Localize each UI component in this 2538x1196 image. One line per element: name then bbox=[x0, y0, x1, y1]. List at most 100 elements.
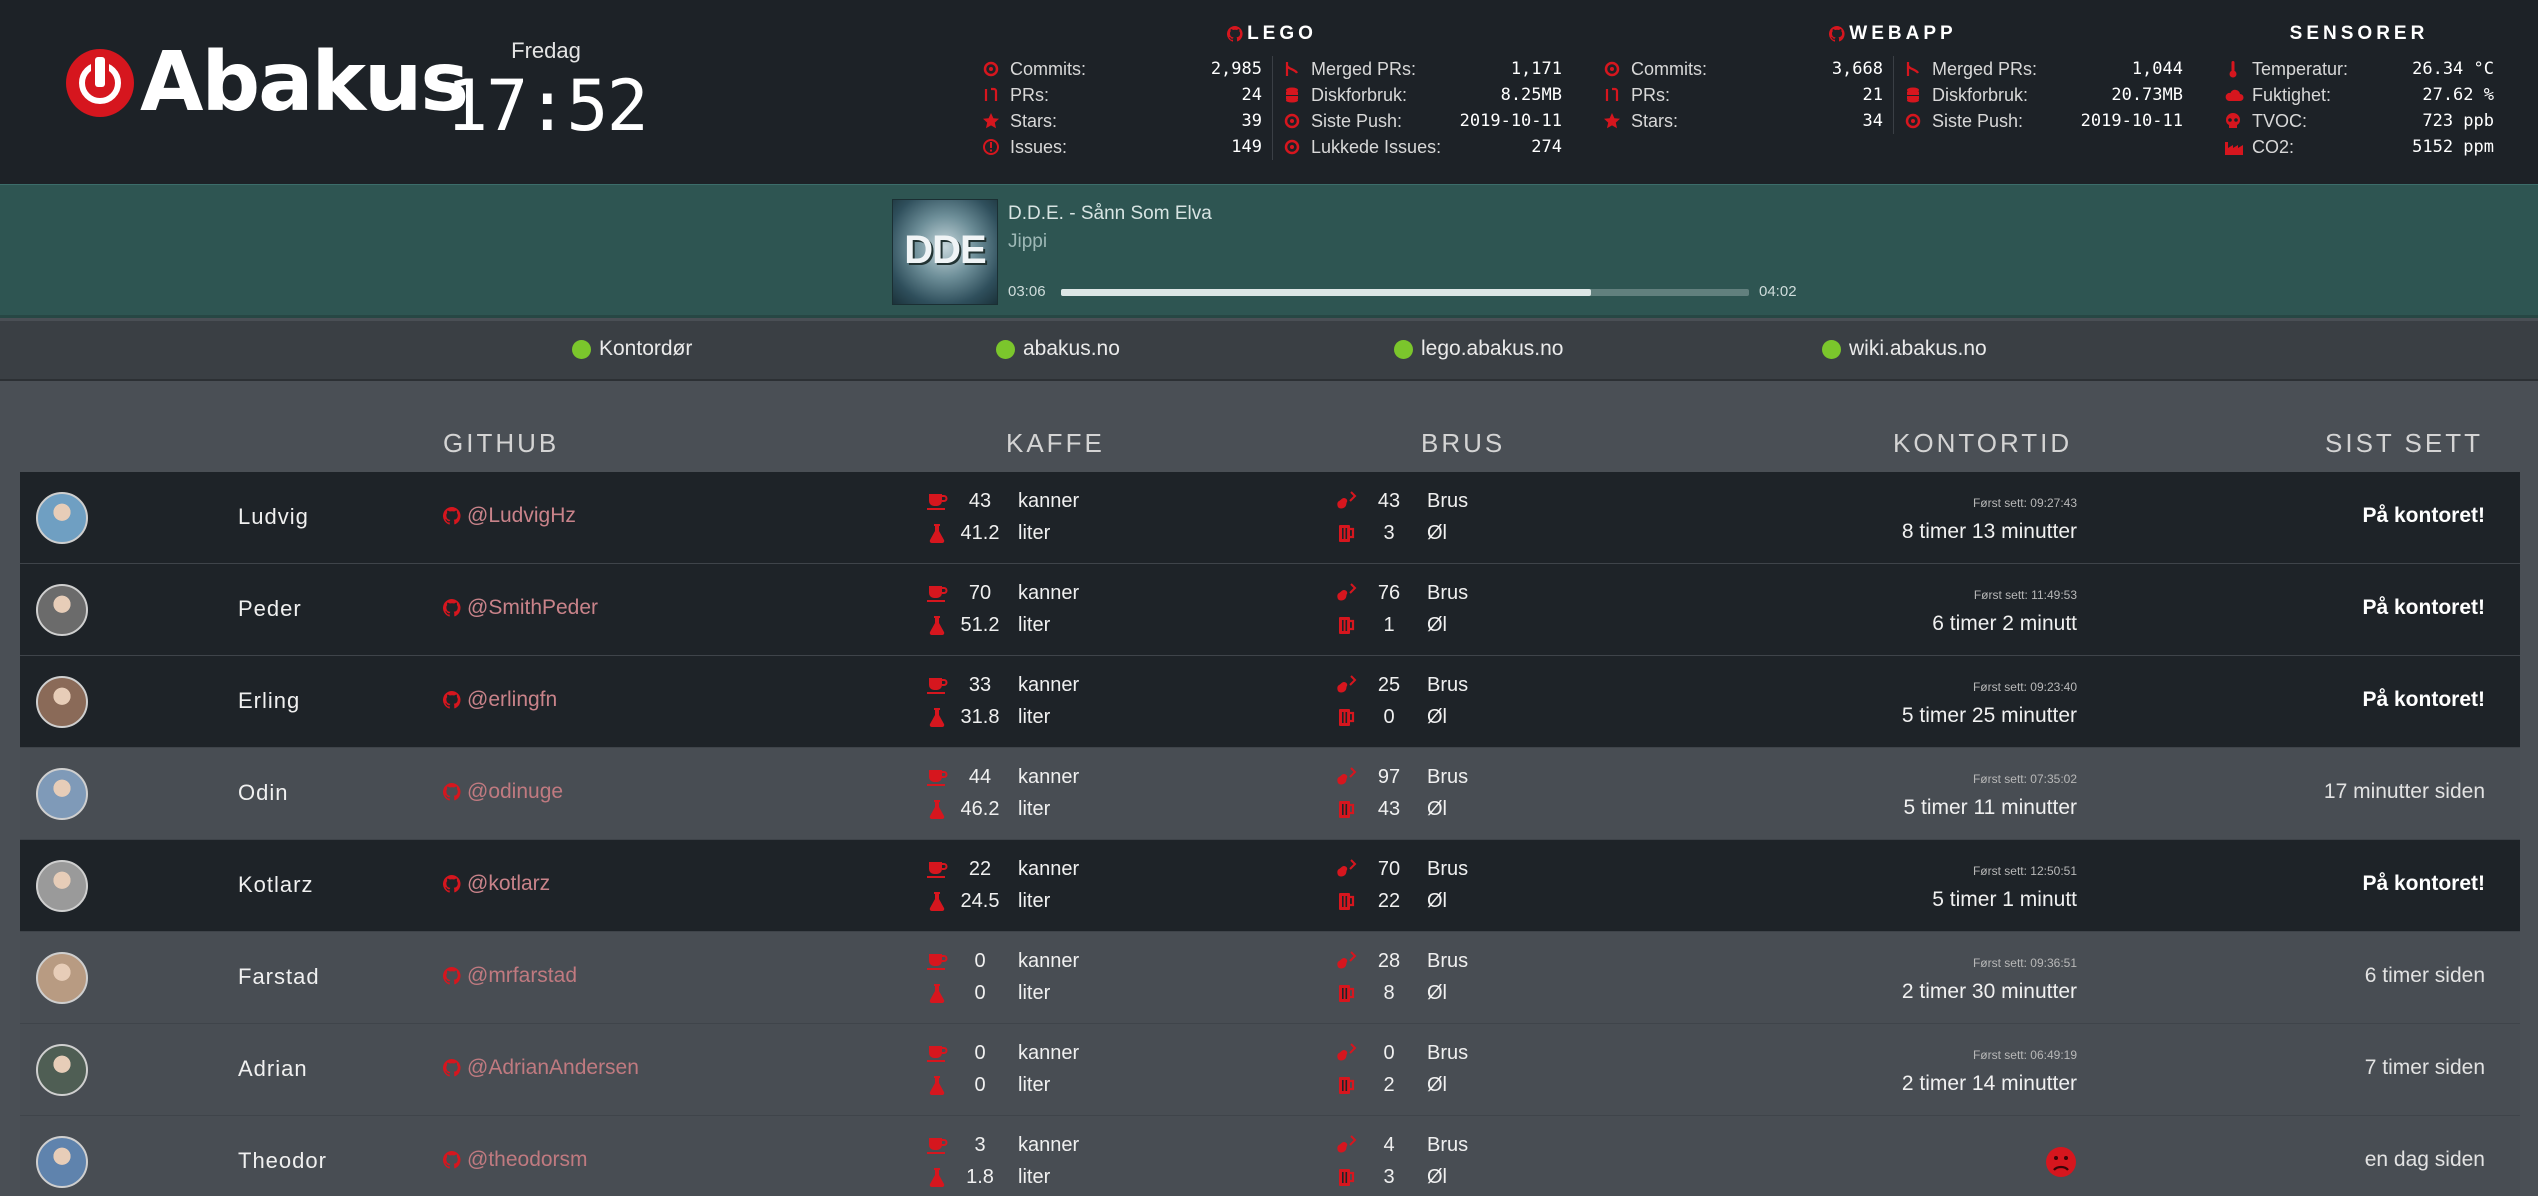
beer-count: 2 Øl bbox=[1335, 1070, 1447, 1100]
status-item: lego.abakus.no bbox=[1394, 337, 1563, 361]
total-time: 04:02 bbox=[1759, 283, 1797, 300]
beer-icon bbox=[1335, 1166, 1357, 1188]
soda-count: 97 Brus bbox=[1335, 762, 1468, 792]
first-seen: Først sett: 06:49:19 bbox=[1972, 1048, 2077, 1062]
cloud-icon bbox=[2224, 86, 2252, 104]
stat-value: 149 bbox=[1231, 137, 1262, 157]
office-duration: 8 timer 13 minutter bbox=[1901, 520, 2077, 543]
member-name: Peder bbox=[238, 596, 302, 621]
soda-count: 70 Brus bbox=[1335, 854, 1468, 884]
database-icon bbox=[1904, 86, 1932, 104]
stat-row: Merged PRs: 1,171 bbox=[1283, 56, 1562, 82]
status-item: wiki.abakus.no bbox=[1822, 337, 1987, 361]
table-row: Odin @odinuge 44 kanner 46.2 liter 97 Brus 43 Øl F… bbox=[20, 748, 2520, 840]
coffee-icon bbox=[926, 582, 948, 604]
github-icon bbox=[443, 1151, 461, 1169]
github-link[interactable]: @kotlarz bbox=[443, 872, 550, 896]
beer-icon bbox=[1335, 982, 1357, 1004]
column-header-kontortid: KONTORTID bbox=[1893, 428, 2073, 458]
avatar bbox=[36, 1136, 88, 1188]
github-link[interactable]: @SmithPeder bbox=[443, 596, 598, 620]
coffee-pots: 43 kanner bbox=[926, 486, 1079, 516]
first-seen: Først sett: 09:36:51 bbox=[1972, 956, 2077, 970]
stat-label: PRs: bbox=[1010, 84, 1050, 105]
status-item: abakus.no bbox=[996, 337, 1120, 361]
github-link[interactable]: @erlingfn bbox=[443, 688, 557, 712]
stat-row: Fuktighet: 27.62 % bbox=[2224, 82, 2494, 108]
lego-stats-left: Commits: 2,985 PRs: 24 Stars: 39 Issues: 149 bbox=[972, 56, 1272, 160]
coffee-icon bbox=[926, 1134, 948, 1156]
soda-count: 28 Brus bbox=[1335, 946, 1468, 976]
flask-icon bbox=[926, 982, 948, 1004]
guitar-icon bbox=[1335, 766, 1357, 788]
flask-icon bbox=[926, 798, 948, 820]
table-row: Adrian @AdrianAndersen 0 kanner 0 liter 0 Brus 2… bbox=[20, 1024, 2520, 1116]
coffee-pots: 0 kanner bbox=[926, 1038, 1079, 1068]
pull-request-icon bbox=[982, 86, 1010, 104]
github-link[interactable]: @LudvigHz bbox=[443, 504, 576, 528]
stat-label: Lukkede Issues: bbox=[1311, 136, 1442, 157]
webapp-panel: WEBAPP Commits: 3,668 PRs: 21 Stars: 34 Merge… bbox=[1593, 22, 2193, 134]
members-table: Ludvig @LudvigHz 43 kanner 41.2 liter 43 Brus 3 Ø… bbox=[20, 472, 2520, 1196]
coffee-pots: 22 kanner bbox=[926, 854, 1079, 884]
coffee-liters: 1.8 liter bbox=[926, 1162, 1050, 1192]
coffee-icon bbox=[926, 490, 948, 512]
stat-label: Issues: bbox=[1010, 136, 1068, 157]
stat-row: Commits: 2,985 bbox=[982, 56, 1262, 82]
last-seen: På kontoret! bbox=[2362, 872, 2485, 895]
last-seen: 7 timer siden bbox=[2364, 1056, 2485, 1079]
stat-row: Diskforbruk: 20.73MB bbox=[1904, 82, 2183, 108]
clock-day: Fredag bbox=[511, 38, 581, 63]
stat-value: 8.25MB bbox=[1500, 85, 1562, 105]
stat-label: Diskforbruk: bbox=[1311, 84, 1408, 105]
coffee-pots: 33 kanner bbox=[926, 670, 1079, 700]
coffee-liters: 0 liter bbox=[926, 1070, 1050, 1100]
stat-value: 2019-10-11 bbox=[2080, 111, 2183, 131]
flask-icon bbox=[926, 890, 948, 912]
stat-value: 24 bbox=[1241, 85, 1262, 105]
stat-label: Siste Push: bbox=[1932, 110, 2024, 131]
stat-value: 27.62 % bbox=[2422, 85, 2494, 105]
stat-value: 2019-10-11 bbox=[1459, 111, 1562, 131]
stat-row: Siste Push: 2019-10-11 bbox=[1904, 108, 2183, 134]
status-dot-icon bbox=[1822, 339, 1841, 359]
flask-icon bbox=[926, 1166, 948, 1188]
github-link[interactable]: @odinuge bbox=[443, 780, 563, 804]
factory-icon bbox=[2224, 138, 2252, 156]
member-name: Kotlarz bbox=[238, 872, 314, 897]
stat-label: PRs: bbox=[1631, 84, 1671, 105]
member-name: Farstad bbox=[238, 964, 320, 989]
guitar-icon bbox=[1335, 674, 1357, 696]
table-row: Peder @SmithPeder 70 kanner 51.2 liter 76 Brus 1… bbox=[20, 564, 2520, 656]
lego-panel-title: LEGO bbox=[972, 22, 1572, 46]
coffee-icon bbox=[926, 950, 948, 972]
coffee-pots: 70 kanner bbox=[926, 578, 1079, 608]
flask-icon bbox=[926, 1074, 948, 1096]
stat-row: Stars: 39 bbox=[982, 108, 1262, 134]
member-name: Erling bbox=[238, 688, 301, 713]
last-seen: 6 timer siden bbox=[2364, 964, 2485, 987]
member-name: Adrian bbox=[238, 1056, 308, 1081]
stat-row: CO2: 5152 ppm bbox=[2224, 134, 2494, 160]
beer-icon bbox=[1335, 522, 1357, 544]
merge-icon bbox=[1283, 60, 1311, 78]
stat-label: Diskforbruk: bbox=[1932, 84, 2029, 105]
progress-bar[interactable] bbox=[1061, 289, 1749, 296]
progress-fill bbox=[1061, 289, 1591, 296]
beer-count: 0 Øl bbox=[1335, 702, 1447, 732]
column-header-github: GITHUB bbox=[443, 428, 560, 458]
star-icon bbox=[1603, 112, 1631, 130]
github-link[interactable]: @theodorsm bbox=[443, 1148, 588, 1172]
skull-icon bbox=[2224, 112, 2252, 130]
issue-icon bbox=[982, 138, 1010, 156]
avatar bbox=[36, 1044, 88, 1096]
github-icon bbox=[443, 875, 461, 893]
beer-icon bbox=[1335, 1074, 1357, 1096]
github-link[interactable]: @mrfarstad bbox=[443, 964, 577, 988]
flask-icon bbox=[926, 706, 948, 728]
member-name: Theodor bbox=[238, 1148, 327, 1173]
office-duration: 5 timer 1 minutt bbox=[1932, 888, 2077, 911]
github-link[interactable]: @AdrianAndersen bbox=[443, 1056, 639, 1080]
stat-value: 39 bbox=[1241, 111, 1262, 131]
sensor-stats: Temperatur: 26.34 °C Fuktighet: 27.62 % TVOC… bbox=[2214, 56, 2504, 160]
